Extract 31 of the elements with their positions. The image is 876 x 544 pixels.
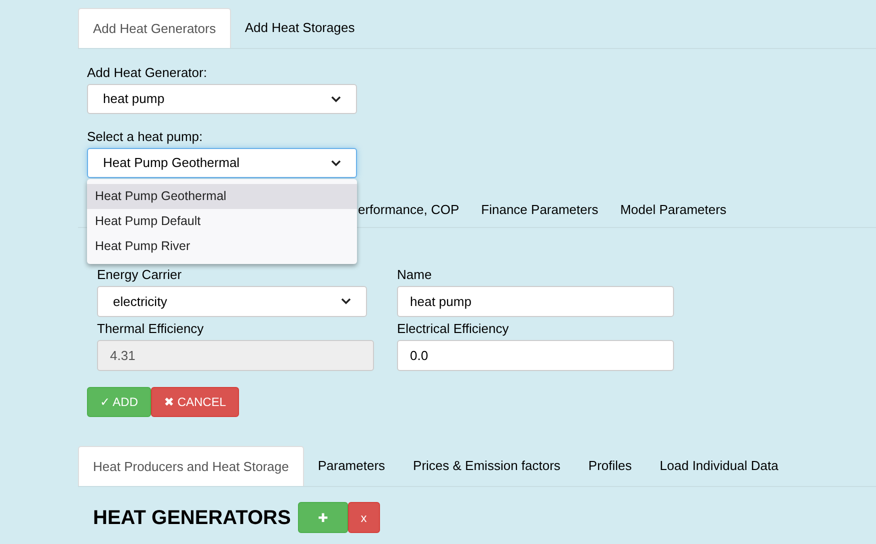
field-label: Select a heat pump:	[87, 128, 204, 144]
tab[interactable]: Heat Producers and Heat Storage	[78, 446, 304, 486]
remove-button[interactable]: x	[348, 502, 380, 533]
tab[interactable]: Profiles	[574, 446, 646, 486]
input-field[interactable]: heat pump	[397, 286, 674, 317]
tab[interactable]: Load Individual Data	[646, 446, 792, 486]
field-label: Thermal Efficiency	[97, 320, 205, 337]
field-label: Name	[397, 266, 433, 283]
field-label: Electrical Efficiency	[397, 320, 510, 337]
chevron-down-icon	[341, 298, 351, 305]
tab[interactable]: Model Parameters	[612, 192, 734, 228]
tab[interactable]: Parameters	[304, 446, 400, 486]
cancel-button[interactable]: ✖ CANCEL	[151, 387, 240, 417]
tab[interactable]: Finance Parameters	[473, 192, 606, 228]
dropdown-option[interactable]: Heat Pump River	[87, 234, 357, 259]
select-field[interactable]: electricity	[97, 286, 367, 317]
select-value: Heat Pump Geothermal	[103, 154, 240, 172]
chevron-down-icon	[331, 160, 341, 166]
dropdown-option[interactable]: Heat Pump Geothermal	[87, 184, 357, 209]
chevron-down-icon	[331, 96, 341, 102]
tab[interactable]: Prices & Emission factors	[399, 446, 574, 486]
tab[interactable]: Add Heat Generators	[78, 8, 231, 48]
input-field[interactable]: 0.0	[397, 340, 674, 371]
select-field[interactable]: Heat Pump Geothermal	[87, 148, 357, 178]
section-title: HEAT GENERATORS	[93, 506, 291, 530]
select-value: electricity	[113, 292, 168, 311]
field-label: Energy Carrier	[97, 266, 183, 283]
select-value: heat pump	[103, 90, 164, 108]
select-field[interactable]: heat pump	[87, 84, 357, 114]
tab[interactable]: Add Heat Storages	[230, 8, 369, 48]
field-label: Add Heat Generator:	[87, 64, 208, 80]
